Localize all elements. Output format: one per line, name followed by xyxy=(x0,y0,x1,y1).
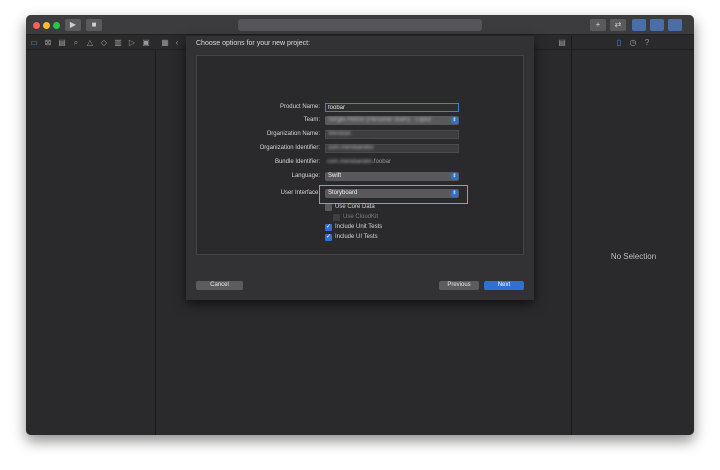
user-interface-label: User Interface: xyxy=(280,190,320,196)
team-value: Sergei Petrov (Personal Team) - Lopez xyxy=(328,117,432,123)
editor-options-icon[interactable]: ▤ xyxy=(557,38,567,48)
navigator-selector-bar: ▭ ⊠ ▤ ⌕ △ ◇ ▥ ▷ ▣ xyxy=(26,36,156,50)
issue-icon[interactable]: △ xyxy=(85,38,95,48)
back-icon[interactable]: ‹ xyxy=(172,38,182,48)
language-value: Swift xyxy=(328,173,342,179)
activity-viewer xyxy=(238,19,482,31)
plus-icon: + xyxy=(595,20,601,29)
close-window-button[interactable] xyxy=(33,22,40,29)
file-inspector-icon[interactable]: ▯ xyxy=(614,38,624,48)
stop-icon: ■ xyxy=(91,20,97,29)
org-id-input[interactable]: com.meridiandev xyxy=(325,144,459,153)
xcode-window: ▶ ■ + ⇄ ▭ ⊠ ▤ ⌕ △ ◇ ▥ ▷ ▣ ▦ ‹ ▤ ▯ ◷ ? No… xyxy=(26,15,694,435)
previous-button[interactable]: Previous xyxy=(439,281,479,290)
folder-icon[interactable]: ▭ xyxy=(29,38,39,48)
arrows-icon: ⇄ xyxy=(614,20,622,29)
sheet-title: Choose options for your new project: xyxy=(196,40,311,47)
bundle-id-label: Bundle Identifier: xyxy=(274,159,320,165)
core-data-label: Use Core Data xyxy=(335,204,375,210)
toggle-navigator-button[interactable] xyxy=(632,19,646,31)
symbol-icon[interactable]: ▤ xyxy=(57,38,67,48)
user-interface-popup[interactable]: Storyboard ⇕ xyxy=(325,189,459,198)
find-icon[interactable]: ⌕ xyxy=(71,38,81,48)
navigator-panel xyxy=(26,50,156,435)
debug-icon[interactable]: ▥ xyxy=(113,38,123,48)
checkmark-icon: ✓ xyxy=(325,234,332,240)
ui-tests-checkbox[interactable]: ✓ xyxy=(325,234,332,241)
library-button[interactable]: + xyxy=(590,19,606,31)
bundle-id-prefix: com.meridiandev xyxy=(327,159,373,165)
grid-icon[interactable]: ▦ xyxy=(160,38,170,48)
inspector-panel: ▯ ◷ ? No Selection xyxy=(571,36,694,435)
code-review-button[interactable]: ⇄ xyxy=(610,19,626,31)
language-label: Language: xyxy=(291,173,320,179)
core-data-checkbox[interactable] xyxy=(325,204,332,211)
help-inspector-icon[interactable]: ? xyxy=(642,38,652,48)
minimize-window-button[interactable] xyxy=(43,22,50,29)
team-popup[interactable]: Sergei Petrov (Personal Team) - Lopez ⇕ xyxy=(325,116,459,125)
toggle-debug-area-button[interactable] xyxy=(650,19,664,31)
team-label: Team: xyxy=(303,117,320,123)
bundle-id-value: com.meridiandev.foobar xyxy=(327,159,391,165)
product-name-input[interactable] xyxy=(325,103,459,112)
no-selection-label: No Selection xyxy=(610,252,657,261)
source-control-icon[interactable]: ⊠ xyxy=(43,38,53,48)
bundle-id-suffix: .foobar xyxy=(372,159,391,165)
play-icon: ▶ xyxy=(69,20,77,29)
org-name-label: Organization Name: xyxy=(266,131,320,137)
project-options-form: Product Name: Team: Sergei Petrov (Perso… xyxy=(196,55,524,255)
inspector-selector-bar: ▯ ◷ ? xyxy=(572,36,694,50)
breakpoint-icon[interactable]: ▷ xyxy=(127,38,137,48)
chevron-updown-icon: ⇕ xyxy=(451,173,458,180)
next-button[interactable]: Next xyxy=(484,281,524,290)
user-interface-value: Storyboard xyxy=(328,190,358,196)
org-id-label: Organization Identifier: xyxy=(259,145,320,151)
toggle-inspector-button[interactable] xyxy=(668,19,682,31)
ui-tests-label: Include UI Tests xyxy=(335,234,378,240)
unit-tests-checkbox[interactable]: ✓ xyxy=(325,224,332,231)
new-project-sheet: Choose options for your new project: Pro… xyxy=(186,36,534,300)
cloudkit-checkbox[interactable] xyxy=(333,214,340,221)
report-icon[interactable]: ▣ xyxy=(141,38,151,48)
history-inspector-icon[interactable]: ◷ xyxy=(628,38,638,48)
stop-button[interactable]: ■ xyxy=(86,19,102,31)
toolbar: ▶ ■ + ⇄ xyxy=(26,15,694,35)
language-popup[interactable]: Swift ⇕ xyxy=(325,172,459,181)
chevron-updown-icon: ⇕ xyxy=(451,117,458,124)
org-id-value: com.meridiandev xyxy=(328,145,374,151)
cloudkit-label: Use CloudKit xyxy=(343,214,379,220)
product-name-label: Product Name: xyxy=(279,104,320,110)
test-icon[interactable]: ◇ xyxy=(99,38,109,48)
cancel-button[interactable]: Cancel xyxy=(196,281,243,290)
run-button[interactable]: ▶ xyxy=(65,19,81,31)
org-name-input[interactable]: Meridian xyxy=(325,130,459,139)
checkmark-icon: ✓ xyxy=(325,224,332,230)
org-name-value: Meridian xyxy=(328,131,352,137)
chevron-updown-icon: ⇕ xyxy=(451,190,458,197)
unit-tests-label: Include Unit Tests xyxy=(335,224,383,230)
zoom-window-button[interactable] xyxy=(53,22,60,29)
